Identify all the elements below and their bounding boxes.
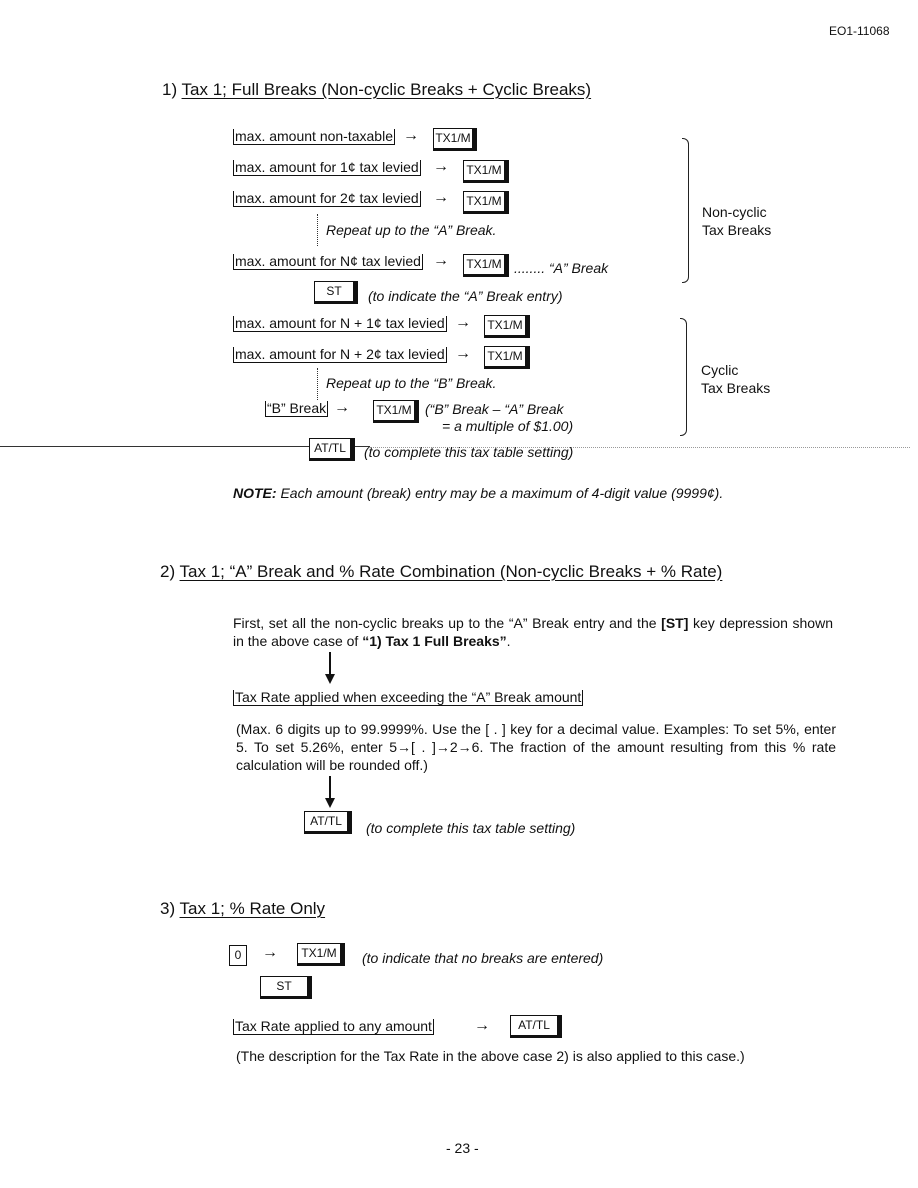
section-number: 2) [160,562,176,581]
attl-note: (to complete this tax table setting) [364,444,574,460]
key-tx1m: TX1/M [463,254,509,277]
key-tx1m: TX1/M [463,191,509,214]
brace-noncyclic [682,138,689,283]
noncyclic-label: Non-cyclic Tax Breaks [702,203,771,239]
text: . [506,633,511,649]
cyclic-label: Cyclic Tax Breaks [701,361,770,397]
label-line: Tax Breaks [702,222,772,238]
label-line: Tax Breaks [701,380,771,396]
dotted-line [317,368,318,400]
entry-n2c: max. amount for N + 2¢ tax levied [233,346,447,363]
arrow-icon: → [474,1017,490,1034]
arrow-icon: → [433,252,449,269]
document-id: EO1-11068 [829,24,890,38]
entry-nc: max. amount for N¢ tax levied [233,253,423,270]
key-tx1m: TX1/M [297,943,345,966]
section-1-heading: 1) Tax 1; Full Breaks (Non-cyclic Breaks… [162,80,591,100]
text: “1) Tax 1 Full Breaks” [362,633,507,649]
brace-cyclic [680,318,687,436]
entry-tax-rate-any: Tax Rate applied to any amount [233,1018,434,1035]
page-number: - 23 - [446,1140,479,1156]
entry-1c: max. amount for 1¢ tax levied [233,159,421,176]
key-tx1m: TX1/M [433,128,477,151]
key-st: ST [260,976,312,999]
arrow-icon: → [455,345,471,362]
attl-note: (to complete this tax table setting) [366,820,576,836]
text: [ST] [661,615,689,631]
arrow-icon: → [334,399,350,416]
entry-n1c: max. amount for N + 1¢ tax levied [233,315,447,332]
section-number: 3) [160,899,176,918]
text: First, set all the non-cyclic breaks up … [233,615,662,631]
arrow-icon: → [403,127,419,144]
section-3-note: (The description for the Tax Rate in the… [236,1048,745,1064]
section-title: Tax 1; % Rate Only [179,899,326,918]
key-attl: AT/TL [309,438,355,461]
st-note: (to indicate the “A” Break entry) [368,288,563,304]
arrow-icon: → [433,158,449,175]
label-line: Non-cyclic [702,204,767,220]
section-title: Tax 1; “A” Break and % Rate Combination … [179,562,723,581]
key-0: 0 [229,945,247,966]
note-label: NOTE: [233,485,277,501]
down-arrow-head [325,798,335,808]
entry-non-taxable: max. amount non-taxable [233,128,395,145]
note: NOTE: Each amount (break) entry may be a… [233,485,723,501]
key-tx1m: TX1/M [484,315,530,338]
entry-2c: max. amount for 2¢ tax levied [233,190,421,207]
note-text: Each amount (break) entry may be a maxim… [280,485,724,501]
section-3-heading: 3) Tax 1; % Rate Only [160,899,325,919]
section-title: Tax 1; Full Breaks (Non-cyclic Breaks + … [181,80,592,99]
arrow-icon: → [455,314,471,331]
down-arrow-icon [329,776,331,800]
down-arrow-icon [329,652,331,676]
section-2-heading: 2) Tax 1; “A” Break and % Rate Combinati… [160,562,722,582]
entry-b-break: “B” Break [265,400,329,417]
repeat-a-note: Repeat up to the “A” Break. [326,222,497,238]
key-attl: AT/TL [510,1015,562,1038]
key-tx1m: TX1/M [484,346,530,369]
section-number: 1) [162,80,178,99]
label-line: Cyclic [701,362,739,378]
arrow-icon: → [262,944,278,961]
document-page: EO1-11068 1) Tax 1; Full Breaks (Non-cyc… [0,0,918,1188]
tx-note: (to indicate that no breaks are entered) [362,950,604,966]
key-tx1m: TX1/M [373,400,419,423]
key-st: ST [314,281,358,304]
b-break-note-2: = a multiple of $1.00) [442,418,574,434]
b-break-note: (“B” Break – “A” Break [425,401,564,417]
key-tx1m: TX1/M [463,160,509,183]
key-attl: AT/TL [304,811,352,834]
a-break-label: ........ “A” Break [514,260,609,276]
section-2-detail: (Max. 6 digits up to 99.9999%. Use the [… [236,721,836,773]
section-2-intro: First, set all the non-cyclic breaks up … [233,614,833,650]
arrow-icon: → [433,189,449,206]
entry-tax-rate-a: Tax Rate applied when exceeding the “A” … [233,689,584,706]
dotted-line [317,214,318,246]
repeat-b-note: Repeat up to the “B” Break. [326,375,497,391]
down-arrow-head [325,674,335,684]
